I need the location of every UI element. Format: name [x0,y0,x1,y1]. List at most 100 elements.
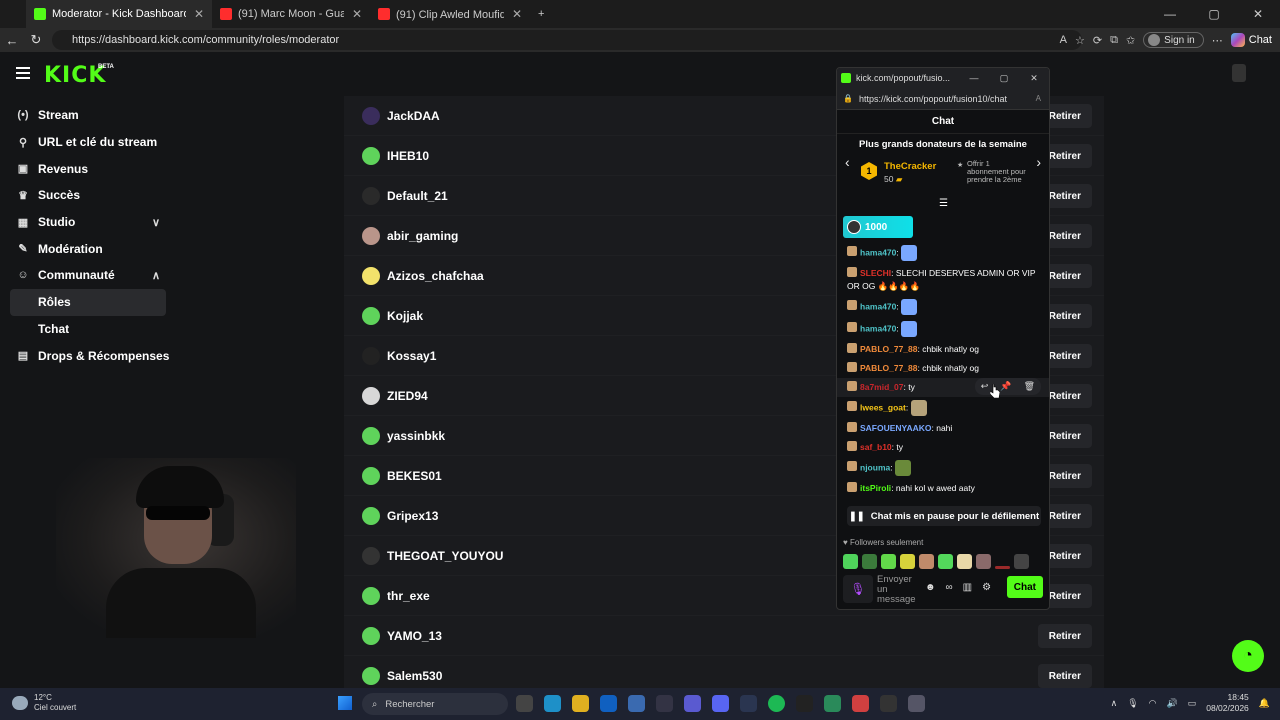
taskbar-search[interactable]: ⌕ Rechercher [362,693,508,715]
reply-icon[interactable]: ↩ [981,380,989,393]
chat-message[interactable]: SLECHI: SLECHI DESERVES ADMIN OR VIP OR … [837,264,1049,296]
chat-username[interactable]: PABLO_77_88 [860,363,917,373]
chat-username[interactable]: lwees_goat [860,402,906,412]
settings-icon[interactable] [908,695,925,712]
close-window-icon[interactable]: ✕ [1019,68,1049,88]
help-chat-button[interactable]: ◔ [1232,640,1264,672]
avatar[interactable] [362,546,380,565]
send-chat-button[interactable]: Chat [1006,576,1043,598]
moderator-name[interactable]: Kossay1 [387,349,436,363]
sidebar-item-drops[interactable]: ▤ Drops & Récompenses [0,342,176,369]
emote-icon[interactable] [938,554,953,569]
favorites-icon[interactable]: ✩ [1126,34,1135,47]
emote-picker-icon[interactable]: ☻ [925,582,936,593]
user-avatar[interactable] [1232,64,1246,82]
chat-username[interactable]: PABLO_77_88 [860,344,917,354]
moderator-name[interactable]: abir_gaming [387,229,458,243]
sidebar-item-community[interactable]: ☺ Communauté ∧ [0,262,176,289]
chat-username[interactable]: njouma [860,462,890,472]
chat-message[interactable]: hama470: [837,318,1049,340]
chat-username[interactable]: SAFOUENYAAKO [860,423,931,433]
chat-message[interactable]: PABLO_77_88: chbik nhatly og [837,340,1049,359]
weather-widget[interactable]: 12°C Ciel couvert [12,693,76,713]
tab-youtube-1[interactable]: (91) Marc Moon - Guapa [Afro Ho ✕ [212,0,370,28]
emote-icon[interactable] [843,554,858,569]
tab-kick-dashboard[interactable]: Moderator - Kick Dashboard ✕ [26,0,212,28]
popout-url[interactable]: https://kick.com/popout/fusion10/chat [859,94,1007,104]
avatar[interactable] [362,626,380,645]
emote-icon[interactable] [1014,554,1029,569]
notifications-icon[interactable]: 🔔 [1259,698,1270,709]
avatar[interactable] [362,186,380,205]
back-icon[interactable]: ← [0,33,24,48]
chat-username[interactable]: saf_b10 [860,442,892,452]
avatar[interactable] [362,306,380,325]
sidebar-item-studio[interactable]: ▦ Studio ∨ [0,209,176,236]
avatar[interactable] [362,106,380,125]
sidebar-item-stream-key[interactable]: ⚲ URL et clé du stream [0,129,176,156]
moderator-name[interactable]: thr_exe [387,589,430,603]
edge-icon[interactable] [544,695,561,712]
close-window-icon[interactable]: ✕ [1236,0,1280,28]
emote-icon[interactable] [919,554,934,569]
menu-icon[interactable] [16,67,30,79]
calculator-icon[interactable] [824,695,841,712]
sidebar-item-chat[interactable]: Tchat [0,316,176,343]
store-app-icon[interactable] [628,695,645,712]
chat-message[interactable]: SAFOUENYAAKO: nahi [837,419,1049,438]
emote-icon[interactable] [862,554,877,569]
sidebar-item-revenue[interactable]: ▣ Revenus [0,155,176,182]
filter-icon[interactable]: ☰ [939,198,948,209]
infinity-icon[interactable]: ∞ [946,582,953,593]
app-icon[interactable] [880,695,897,712]
chevron-up-icon[interactable]: ∧ [1111,698,1118,709]
chat-message[interactable]: 8a7mid_07: ty ↩ 📌 🗑 [837,378,1049,397]
close-tab-icon[interactable]: ✕ [352,7,362,21]
volume-icon[interactable]: 🔊 [1167,698,1178,709]
spotify-icon[interactable] [768,695,785,712]
chat-username[interactable]: SLECHI [860,268,891,278]
steam-icon[interactable] [740,695,757,712]
avatar[interactable] [362,426,380,445]
avatar[interactable] [362,586,380,605]
read-aloud-icon[interactable]: A [1060,34,1067,46]
avatar[interactable] [362,506,380,525]
donor-name[interactable]: TheCracker [884,161,936,172]
chat-username[interactable]: 8a7mid_07 [860,382,903,392]
emote-icon[interactable] [881,554,896,569]
moderator-name[interactable]: ZIED94 [387,389,428,403]
discord-icon[interactable] [712,695,729,712]
maximize-icon[interactable]: ▢ [1192,0,1236,28]
moderator-name[interactable]: BEKES01 [387,469,442,483]
app-icon[interactable] [852,695,869,712]
chat-username[interactable]: hama470 [860,323,896,333]
microphone-icon[interactable]: 🎙 [843,575,873,603]
chat-message[interactable]: hama470: [837,296,1049,318]
sidebar-item-roles[interactable]: Rôles [10,288,166,316]
chat-username[interactable]: hama470 [860,301,896,311]
moderator-name[interactable]: Kojjak [387,309,423,323]
more-icon[interactable]: ⋯ [1212,34,1223,47]
kick-app-icon[interactable] [796,695,813,712]
emote-icon[interactable] [976,554,991,569]
url-field[interactable]: https://dashboard.kick.com/community/rol… [52,30,1082,50]
moderator-name[interactable]: Gripex13 [387,509,438,523]
avatar[interactable] [362,346,380,365]
moderator-name[interactable]: THEGOAT_YOUYOU [387,549,503,563]
gear-icon[interactable]: ⚙ [982,582,991,593]
maximize-icon[interactable]: ▢ [989,68,1019,88]
emote-icon[interactable] [957,554,972,569]
pin-icon[interactable]: 📌 [1000,380,1011,393]
extensions-icon[interactable]: ⧉ [1110,34,1118,47]
wifi-icon[interactable]: ◠ [1149,698,1157,709]
gift-sub-offer[interactable]: Offrir 1 abonnement pour prendre la 2ème [957,160,1031,184]
avatar[interactable] [362,266,380,285]
chat-username[interactable]: hama470 [860,247,896,257]
clock[interactable]: 18:45 08/02/2026 [1206,692,1249,714]
moderator-name[interactable]: IHEB10 [387,149,429,163]
task-view-icon[interactable] [516,695,533,712]
file-explorer-icon[interactable] [572,695,589,712]
chat-input[interactable]: Envoyer un message [877,575,919,605]
minimize-icon[interactable]: — [959,68,989,88]
moderator-name[interactable]: Salem530 [387,669,442,683]
